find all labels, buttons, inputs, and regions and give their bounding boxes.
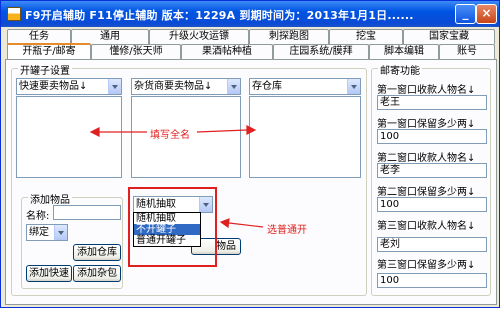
keep-label-3: 第三窗口保留多少两↓	[377, 260, 476, 271]
recipient-label-3: 第三窗口收款人物名↓	[377, 221, 476, 232]
bind-combo[interactable]: 绑定	[26, 224, 68, 241]
recipient-label-1: 第一窗口收款人物名↓	[377, 85, 476, 96]
fill-name-annotation: 填写全名	[150, 130, 190, 141]
recipient-input-1[interactable]: 老王	[377, 95, 487, 110]
keep-input-2[interactable]: 100	[377, 197, 487, 212]
add-warehouse-button[interactable]: 添加仓库	[73, 244, 121, 261]
add-item-label: 添加物品	[28, 191, 72, 206]
recipient-input-2[interactable]: 老李	[377, 163, 487, 178]
keep-input-1[interactable]: 100	[377, 129, 487, 144]
item-name-input[interactable]	[53, 205, 121, 220]
bind-value: 绑定	[29, 227, 49, 238]
select-annotation: 选普通开	[267, 225, 307, 236]
name-label: 名称:	[26, 211, 50, 222]
arrow-right-line	[196, 129, 248, 133]
chevron-down-icon[interactable]	[54, 225, 67, 240]
recipient-input-3[interactable]: 老刘	[377, 237, 487, 252]
app-window: F9开启辅助 F11停止辅助 版本：1229A 到期时间为：2013年1月1日.…	[0, 0, 500, 308]
mail-label: 邮寄功能	[378, 62, 422, 77]
add-grocery-button[interactable]: 添加杂包	[73, 265, 121, 282]
add-quick-button[interactable]: 添加快速	[26, 265, 72, 282]
highlight-box	[128, 187, 217, 267]
keep-input-3[interactable]: 100	[377, 273, 487, 288]
arrow-select-line	[228, 222, 264, 228]
arrow-left-head	[89, 127, 100, 137]
arrow-right-head	[246, 125, 257, 135]
arrow-select-head	[219, 218, 230, 229]
keep-label-2: 第二窗口保留多少两↓	[377, 187, 476, 198]
keep-label-1: 第一窗口保留多少两↓	[377, 119, 476, 130]
recipient-label-2: 第二窗口收款人物名↓	[377, 153, 476, 164]
